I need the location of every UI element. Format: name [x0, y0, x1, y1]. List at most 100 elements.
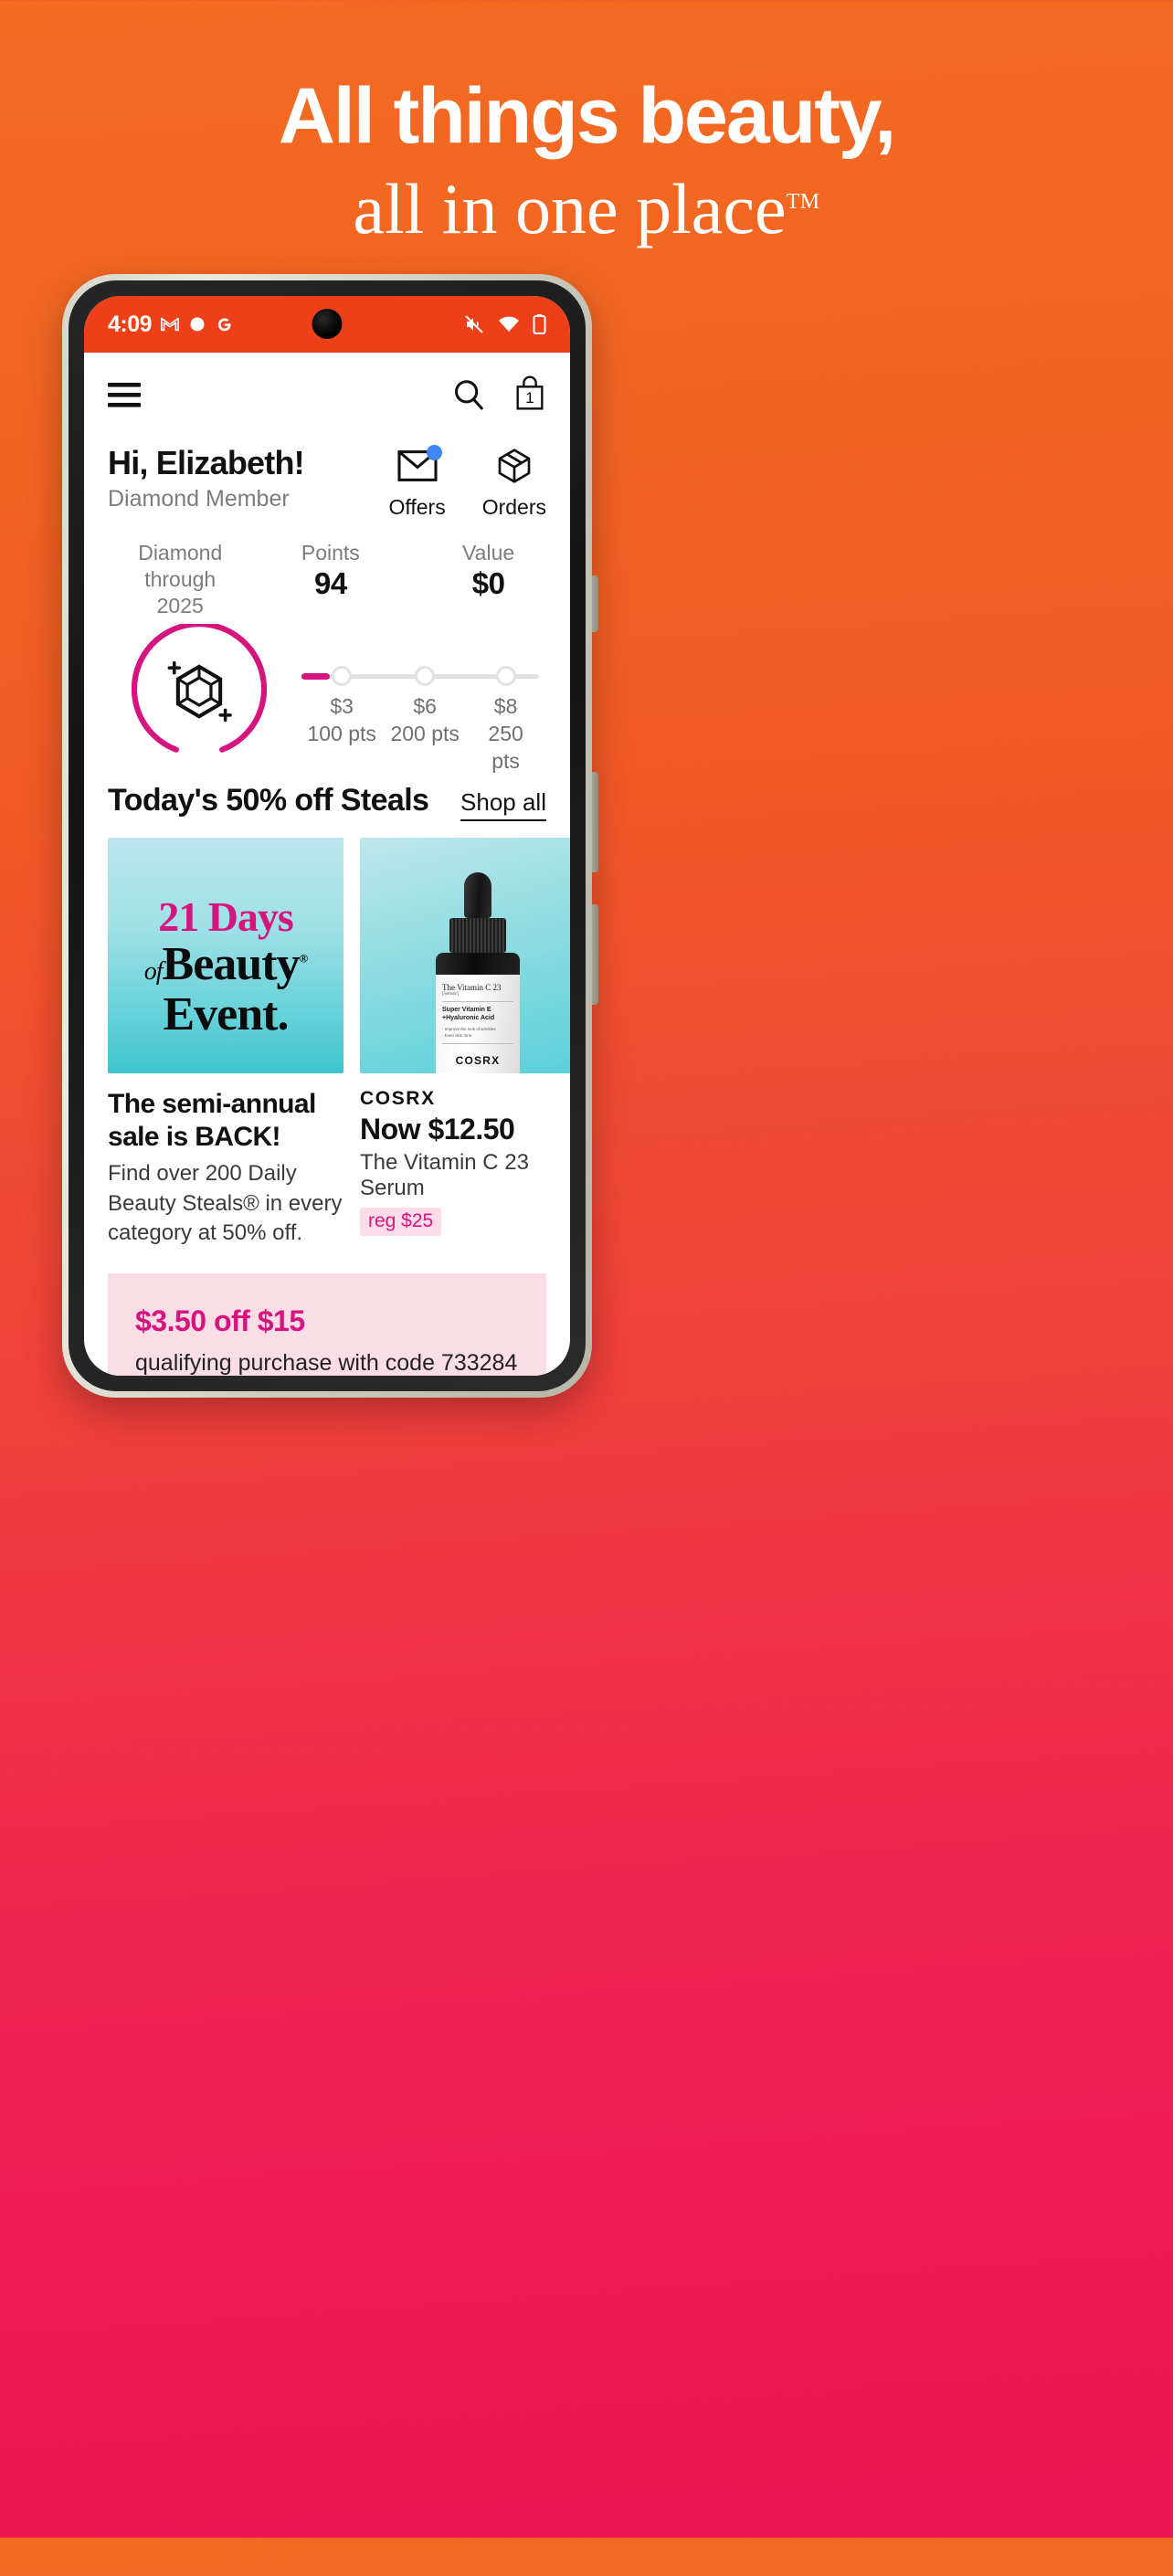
rewards-tier-label-line1: Diamond through [138, 541, 223, 591]
rewards-milestones: $3 100 pts $6 200 pts $8 250 pts [301, 693, 539, 773]
rewards-value-label: Value [462, 541, 515, 565]
greeting-text-block: Hi, Elizabeth! Diamond Member [108, 444, 305, 512]
milestone-3: $8 250 pts [488, 693, 523, 776]
diamond-gem-icon [167, 661, 232, 723]
steals-card-cosrx[interactable]: The Vitamin C 23 [/serum/] Super Vitamin… [360, 838, 570, 1248]
offers-button[interactable]: Offers [388, 445, 446, 520]
offers-label: Offers [388, 495, 446, 519]
banner-beauty-word: Beauty [162, 938, 301, 991]
card-image-cosrx: The Vitamin C 23 [/serum/] Super Vitamin… [360, 838, 570, 1074]
bottle-label-feature: Super Vitamin E +Hyaluronic Acid [442, 1007, 495, 1022]
milestone-2-amount: $6 [413, 694, 437, 719]
rewards-value-amount: $0 [471, 565, 505, 600]
bottle-label-name: The Vitamin C 23 [442, 983, 502, 993]
shop-all-link[interactable]: Shop all [460, 788, 546, 822]
progress-node-3 [495, 666, 516, 687]
offers-notification-dot [426, 445, 442, 460]
camera-punch-hole [312, 309, 343, 339]
steals-title: Today's 50% off Steals [108, 783, 429, 818]
milestone-3-amount: $8 [493, 694, 518, 719]
status-bar-right [463, 313, 546, 335]
milestone-3-points: 250 pts [488, 722, 523, 774]
bottle-collar [449, 918, 506, 954]
gmail-m-icon [161, 317, 180, 332]
phone-frame: 4:09 1 Hi, Elizabeth! Diamond Member Off… [62, 274, 592, 1398]
google-g-icon [217, 317, 231, 331]
milestone-2-points: 200 pts [390, 722, 460, 746]
phone-mockup: 4:09 1 Hi, Elizabeth! Diamond Member Off… [62, 274, 1111, 2576]
bag-item-count: 1 [525, 389, 534, 406]
card-image-21days: 21 Days ofBeauty® Event. [108, 838, 343, 1074]
promo-panel: $3.50 off $15 qualifying purchase with c… [108, 1273, 546, 1376]
card-image-21days-text: 21 Days ofBeauty® Event. [108, 896, 343, 1040]
registered-mark: ® [299, 951, 309, 966]
product-regular-price-badge: reg $25 [360, 1208, 442, 1237]
steals-cards: 21 Days ofBeauty® Event. The semi-annual… [84, 821, 570, 1249]
rewards-points-value: 94 [313, 565, 347, 600]
box-icon [498, 449, 531, 483]
rewards-tier-col: Diamond through 2025 [108, 540, 252, 618]
search-icon[interactable] [451, 377, 486, 412]
rewards-ring-wrap [108, 624, 291, 759]
trademark-mark: TM [786, 190, 820, 214]
banner-line-beauty: ofBeauty® [108, 938, 343, 991]
status-bar: 4:09 [84, 296, 570, 353]
shopping-bag-button[interactable]: 1 [513, 375, 546, 416]
phone-screen: 4:09 1 Hi, Elizabeth! Diamond Member Off… [84, 296, 570, 1376]
greeting-tier: Diamond Member [108, 486, 290, 512]
status-bar-clock: 4:09 [108, 311, 153, 337]
bottle-label-bullets: · Improve the look of wrinkles · Even sk… [442, 1027, 496, 1039]
circle-icon [190, 317, 205, 332]
rewards-body-row: $3 100 pts $6 200 pts $8 250 pts [108, 624, 546, 773]
rewards-progress-track: $3 100 pts $6 200 pts $8 250 pts [291, 624, 546, 773]
bottle-dropper-tip [464, 872, 491, 919]
greeting-actions: Offers Orders [388, 444, 546, 520]
hero-banner: All things beauty, all in one placeTM [0, 0, 1173, 250]
card-text-cosrx: COSRX Now $12.50 The Vitamin C 23 Serum … [360, 1073, 570, 1237]
bottle-label-brand: COSRX [455, 1053, 501, 1067]
rewards-section: Diamond through 2025 Points 94 Value $0 [84, 520, 570, 773]
banner-line-21days: 21 Days [158, 893, 294, 941]
steals-card-21days[interactable]: 21 Days ofBeauty® Event. The semi-annual… [108, 838, 343, 1248]
phone-bezel: 4:09 1 Hi, Elizabeth! Diamond Member Off… [69, 280, 586, 1391]
card-title-21days: The semi-annual sale is BACK! [108, 1089, 316, 1153]
progress-node-2 [415, 666, 436, 687]
promo-title: $3.50 off $15 [135, 1304, 305, 1338]
rewards-value-col: Value $0 [430, 540, 546, 618]
app-bar: 1 [84, 353, 570, 437]
promo-subtitle: qualifying purchase with code 733284 [135, 1350, 518, 1376]
product-name: The Vitamin C 23 Serum [360, 1150, 529, 1201]
mute-icon [465, 315, 483, 333]
bottle-body: The Vitamin C 23 [/serum/] Super Vitamin… [436, 953, 520, 1074]
hero-headline-line2: all in one placeTM [353, 168, 819, 250]
orders-label: Orders [481, 495, 546, 519]
bottle-label-pronunciation: [/serum/] [442, 992, 460, 998]
progress-bar-fill [301, 673, 331, 681]
wifi-icon [499, 316, 519, 332]
milestone-1-points: 100 pts [307, 722, 376, 746]
hero-headline-line1: All things beauty, [278, 72, 896, 160]
greeting-name: Hi, Elizabeth! [108, 444, 305, 481]
milestone-1-amount: $3 [330, 694, 354, 719]
menu-icon[interactable] [108, 381, 144, 408]
hero-headline-line2-text: all in one place [353, 169, 787, 248]
battery-icon [533, 314, 546, 334]
card-text-21days: The semi-annual sale is BACK! Find over … [108, 1073, 343, 1248]
rewards-tier-label-line2: 2025 [156, 593, 204, 618]
progress-node-1 [332, 666, 353, 687]
milestone-2: $6 200 pts [390, 693, 459, 748]
tier-progress-ring [132, 624, 267, 753]
rewards-points-label: Points [301, 541, 360, 565]
milestone-1: $3 100 pts [307, 693, 375, 748]
banner-of-word: of [143, 957, 164, 987]
rewards-progress-bar [301, 666, 539, 687]
product-brand: COSRX [360, 1088, 436, 1110]
banner-line-event: Event. [163, 987, 290, 1040]
bottle-label: The Vitamin C 23 [/serum/] Super Vitamin… [436, 975, 520, 1074]
greeting-section: Hi, Elizabeth! Diamond Member Offers Ord… [84, 437, 570, 520]
rewards-points-col: Points 94 [272, 540, 388, 618]
rewards-labels-row: Diamond through 2025 Points 94 Value $0 [108, 540, 546, 618]
orders-button[interactable]: Orders [482, 448, 546, 520]
card-body-21days: Find over 200 Daily Beauty Steals® in ev… [108, 1161, 343, 1246]
bottle-label-feature-box: Super Vitamin E +Hyaluronic Acid · Impro… [442, 1001, 513, 1044]
